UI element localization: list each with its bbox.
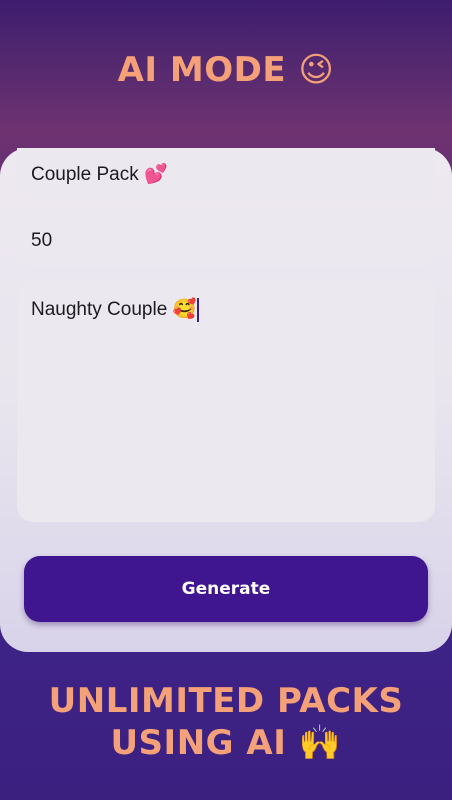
promo-text: UNLIMITED PACKS USING AI 🙌: [0, 680, 452, 764]
count-field[interactable]: 50: [17, 213, 435, 267]
count-value: 50: [31, 230, 53, 251]
pack-name-value: Couple Pack 💕: [31, 164, 168, 185]
pack-name-field[interactable]: Couple Pack 💕: [17, 148, 435, 198]
prompt-textarea[interactable]: Naughty Couple 🥰: [17, 281, 435, 522]
promo-line-1: UNLIMITED PACKS: [48, 681, 404, 721]
prompt-value: Naughty Couple 🥰: [31, 299, 197, 320]
page-title: AI MODE 😉: [117, 50, 335, 90]
generate-button[interactable]: Generate: [24, 556, 428, 622]
promo-line-2: USING AI 🙌: [110, 723, 342, 763]
text-cursor: [197, 297, 200, 322]
